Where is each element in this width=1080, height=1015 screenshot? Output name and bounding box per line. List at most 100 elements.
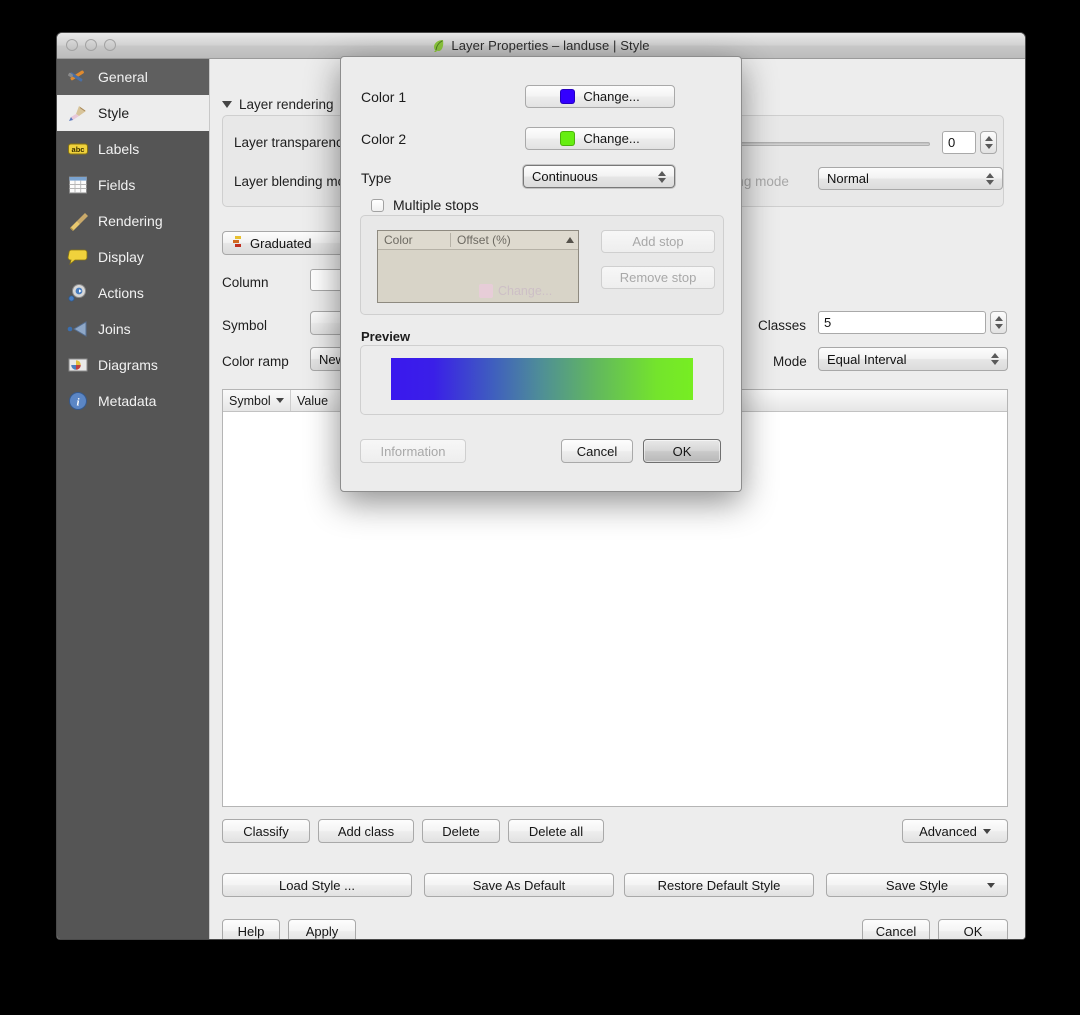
feature-blending-mode-combo[interactable]: Normal (818, 167, 1003, 190)
multiple-stops-label: Multiple stops (393, 197, 479, 213)
sidebar-item-joins[interactable]: Joins (57, 311, 209, 347)
multiple-stops-checkbox[interactable] (371, 199, 384, 212)
type-value: Continuous (532, 169, 598, 184)
gradient-ok-button[interactable]: OK (643, 439, 721, 463)
window-controls[interactable] (66, 39, 116, 51)
color1-change-button[interactable]: Change... (525, 85, 675, 108)
stepper-down-icon[interactable] (995, 324, 1003, 329)
gradient-preview (391, 358, 693, 400)
save-style-button[interactable]: Save Style (826, 873, 1008, 897)
color2-label: Color 2 (361, 131, 406, 147)
preview-label: Preview (361, 329, 410, 344)
gradient-cancel-button[interactable]: Cancel (561, 439, 633, 463)
information-button[interactable]: Information (360, 439, 466, 463)
graduated-icon (231, 235, 244, 251)
sidebar-item-diagrams[interactable]: Diagrams (57, 347, 209, 383)
layer-transparency-label: Layer transparency (234, 135, 350, 150)
chevron-down-icon (983, 829, 991, 834)
advanced-button[interactable]: Advanced (902, 819, 1008, 843)
zoom-button[interactable] (104, 39, 116, 51)
stops-table-header: Color Offset (%) (378, 231, 578, 250)
remove-stop-button[interactable]: Remove stop (601, 266, 715, 289)
stops-group: Color Offset (%) Change... Add stop Remo… (360, 215, 724, 315)
delete-all-button[interactable]: Delete all (508, 819, 604, 843)
abc-icon: abc (67, 138, 89, 160)
stepper-up-icon[interactable] (985, 136, 993, 141)
color2-swatch (560, 131, 575, 146)
sidebar: General Style (57, 59, 209, 940)
collapse-triangle-icon[interactable] (222, 101, 232, 108)
gear-play-icon (67, 282, 89, 304)
feature-blending-mode-value: Normal (827, 171, 869, 186)
transparency-stepper[interactable] (980, 131, 997, 154)
stop-change-button: Change... (479, 284, 552, 298)
stepper-down-icon[interactable] (985, 144, 993, 149)
load-style-button[interactable]: Load Style ... (222, 873, 412, 897)
color1-change-label: Change... (583, 89, 639, 104)
sidebar-item-fields[interactable]: Fields (57, 167, 209, 203)
sidebar-item-general[interactable]: General (57, 59, 209, 95)
minimize-button[interactable] (85, 39, 97, 51)
layer-rendering-header[interactable]: Layer rendering (222, 97, 334, 112)
sidebar-item-metadata[interactable]: i Metadata (57, 383, 209, 419)
sidebar-item-style[interactable]: Style (57, 95, 209, 131)
sort-arrow-icon (276, 398, 284, 403)
cancel-button[interactable]: Cancel (862, 919, 930, 940)
sidebar-item-labels[interactable]: abc Labels (57, 131, 209, 167)
sidebar-item-label: Display (98, 249, 144, 265)
apply-button[interactable]: Apply (288, 919, 356, 940)
add-class-button[interactable]: Add class (318, 819, 414, 843)
symbol-label: Symbol (222, 318, 267, 333)
help-button[interactable]: Help (222, 919, 280, 940)
transparency-spinbox[interactable]: 0 (942, 131, 997, 154)
advanced-label: Advanced (919, 824, 977, 839)
stop-color-swatch (479, 284, 493, 298)
classes-value[interactable]: 5 (818, 311, 986, 334)
join-icon (67, 318, 89, 340)
layer-rendering-title: Layer rendering (239, 97, 334, 112)
add-stop-button[interactable]: Add stop (601, 230, 715, 253)
transparency-value[interactable]: 0 (942, 131, 976, 154)
sidebar-item-label: Fields (98, 177, 135, 193)
gradient-color-ramp-dialog: Color 1 Change... Color 2 Change... Type… (340, 56, 742, 492)
color1-label: Color 1 (361, 89, 406, 105)
qgis-leaf-icon (432, 39, 445, 52)
chart-icon (67, 354, 89, 376)
classify-button[interactable]: Classify (222, 819, 310, 843)
svg-text:abc: abc (72, 145, 85, 154)
type-combo[interactable]: Continuous (523, 165, 675, 188)
chevron-down-icon (987, 883, 995, 888)
sidebar-item-label: Metadata (98, 393, 156, 409)
save-as-default-button[interactable]: Save As Default (424, 873, 614, 897)
sidebar-item-display[interactable]: Display (57, 239, 209, 275)
stepper-up-icon[interactable] (995, 316, 1003, 321)
type-label: Type (361, 170, 391, 186)
sidebar-item-label: General (98, 69, 148, 85)
classes-label: Classes (758, 318, 806, 333)
sidebar-item-actions[interactable]: Actions (57, 275, 209, 311)
classes-stepper[interactable] (990, 311, 1007, 334)
preview-group (360, 345, 724, 415)
close-button[interactable] (66, 39, 78, 51)
color2-change-button[interactable]: Change... (525, 127, 675, 150)
chevron-updown-icon (658, 171, 666, 183)
stops-header-color[interactable]: Color (378, 233, 451, 247)
sidebar-item-label: Rendering (98, 213, 163, 229)
brush-icon (67, 102, 89, 124)
chevron-updown-icon (991, 353, 999, 365)
table-icon (67, 174, 89, 196)
color-ramp-label: Color ramp (222, 354, 289, 369)
delete-button[interactable]: Delete (422, 819, 500, 843)
speech-icon (67, 246, 89, 268)
renderer-type-combo[interactable]: Graduated (222, 231, 352, 255)
column-header-symbol[interactable]: Symbol (223, 390, 291, 411)
ok-button[interactable]: OK (938, 919, 1008, 940)
window-title: Layer Properties – landuse | Style (432, 38, 649, 53)
color2-change-label: Change... (583, 131, 639, 146)
mode-combo[interactable]: Equal Interval (818, 347, 1008, 371)
restore-default-style-button[interactable]: Restore Default Style (624, 873, 814, 897)
stops-header-offset[interactable]: Offset (%) (451, 233, 562, 247)
classes-spinbox[interactable]: 5 (818, 311, 1007, 334)
info-icon: i (67, 390, 89, 412)
sidebar-item-rendering[interactable]: Rendering (57, 203, 209, 239)
